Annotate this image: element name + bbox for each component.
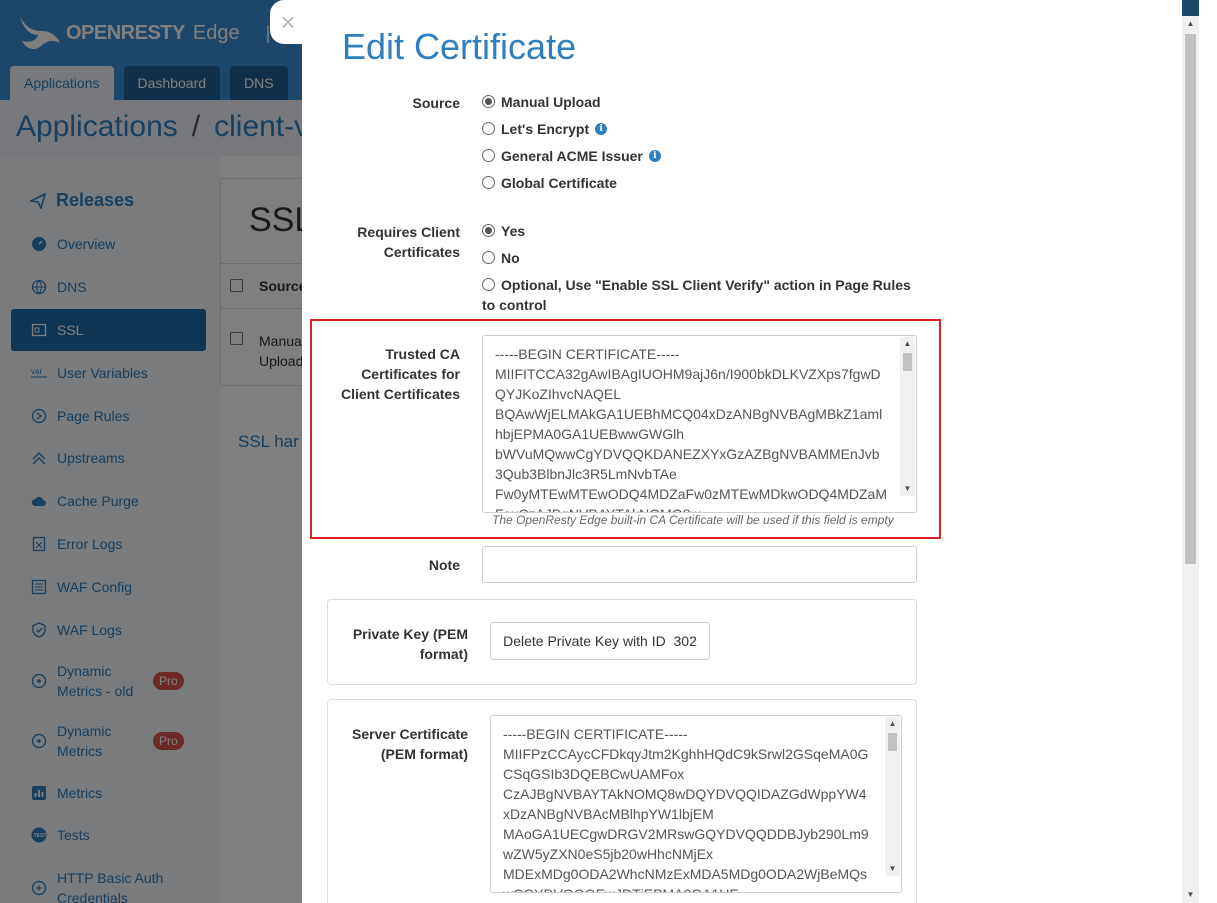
source-label: Source	[412, 95, 460, 111]
label-line: Server Certificate	[352, 726, 468, 742]
label-line: Certificates	[383, 244, 460, 260]
info-icon[interactable]: i	[595, 123, 608, 135]
edit-certificate-modal: Edit Certificate Source Manual Upload Le…	[302, 0, 1182, 903]
server-certificate-label: Server Certificate (PEM format)	[338, 724, 468, 764]
note-label: Note	[428, 557, 460, 573]
scroll-down-icon[interactable]: ▼	[1182, 887, 1199, 903]
source-option-manual-upload[interactable]: Manual Upload	[482, 92, 601, 112]
label-line: format)	[419, 646, 468, 662]
radio-checked-icon[interactable]	[482, 224, 495, 237]
cert-line: wZW5yZXN0eS5jb20wHhcNMjEx	[503, 846, 714, 862]
radio-icon[interactable]	[482, 251, 495, 264]
radio-label: Yes	[501, 223, 526, 239]
requires-option-yes[interactable]: Yes	[482, 221, 525, 241]
cert-line: MDExMDg0ODA2WhcNMzExMDA5MDg0ODA2WjBeMQs	[503, 866, 868, 882]
cert-line: xDzANBgNVBAcMBlhpYW1lbjEM	[503, 806, 714, 822]
requires-option-no[interactable]: No	[482, 248, 520, 268]
radio-icon[interactable]	[482, 278, 495, 291]
source-option-global-certificate[interactable]: Global Certificate	[482, 173, 617, 193]
radio-label: Manual Upload	[501, 94, 601, 110]
private-key-label: Private Key (PEM format)	[338, 624, 468, 664]
scroll-up-icon[interactable]: ▲	[1182, 16, 1199, 32]
radio-icon[interactable]	[482, 122, 495, 135]
source-option-general-acme[interactable]: General ACME Issuer i	[482, 146, 661, 166]
modal-title: Edit Certificate	[342, 26, 577, 67]
label-line: Requires Client	[357, 224, 460, 240]
cert-line: CzAJBgNVBAYTAkNOMQ8wDQYDVQQIDAZGdWppYW4	[503, 786, 867, 802]
radio-label-line: to control	[482, 297, 547, 313]
cert-line: CSqGSIb3DQEBCwUAMFox	[503, 766, 685, 782]
cert-line: MIIFPzCCAycCFDkqyJtm2KghhHQdC9kSrwl2GSqe…	[503, 746, 869, 762]
close-icon: ×	[280, 6, 296, 37]
textarea-scrollbar[interactable]: ▲ ▼	[885, 717, 900, 876]
radio-icon[interactable]	[482, 176, 495, 189]
scroll-down-icon[interactable]: ▼	[885, 862, 900, 876]
label-line: Private Key (PEM	[352, 626, 468, 642]
scroll-up-icon[interactable]: ▲	[885, 717, 900, 731]
page-scrollbar-thumb[interactable]	[1185, 34, 1196, 564]
scrollbar-thumb[interactable]	[888, 733, 897, 751]
radio-checked-icon[interactable]	[482, 95, 495, 108]
cert-line: MAoGA1UECgwDRGV2MRswGQYDVQQDDBJyb290Lm9	[503, 826, 869, 842]
cert-line: -----BEGIN CERTIFICATE-----	[503, 726, 688, 742]
radio-label: Let's Encrypt	[501, 121, 590, 137]
radio-label-line: Optional, Use "Enable SSL Client Verify"…	[501, 277, 911, 293]
radio-label: No	[501, 250, 520, 266]
page-right-gutter	[1199, 0, 1217, 903]
radio-label: Global Certificate	[501, 175, 617, 191]
label-line: (PEM format)	[380, 746, 468, 762]
highlight-box	[310, 319, 941, 539]
server-certificate-panel: Server Certificate (PEM format) -----BEGI…	[327, 699, 917, 903]
delete-private-key-button[interactable]: Delete Private Key with ID 302	[490, 622, 710, 660]
requires-option-optional[interactable]: Optional, Use "Enable SSL Client Verify"…	[482, 275, 922, 315]
cert-line: wCQYDVQQGEwJDTjEPMA0GA1UE	[503, 884, 879, 892]
source-option-lets-encrypt[interactable]: Let's Encrypt i	[482, 119, 608, 139]
requires-client-certs-label: Requires Client Certificates	[322, 222, 460, 262]
close-button[interactable]: ×	[270, 0, 306, 44]
note-input[interactable]	[482, 546, 917, 583]
radio-label: General ACME Issuer	[501, 148, 643, 164]
radio-label: Optional, Use "Enable SSL Client Verify"…	[482, 275, 911, 315]
server-certificate-content: -----BEGIN CERTIFICATE----- MIIFPzCCAycC…	[503, 724, 879, 892]
page-scrollbar[interactable]: ▲ ▼	[1182, 16, 1199, 903]
server-certificate-textarea[interactable]: -----BEGIN CERTIFICATE----- MIIFPzCCAycC…	[490, 715, 902, 893]
info-icon[interactable]: i	[648, 150, 661, 162]
radio-icon[interactable]	[482, 149, 495, 162]
private-key-panel: Private Key (PEM format) Delete Private K…	[327, 599, 917, 685]
